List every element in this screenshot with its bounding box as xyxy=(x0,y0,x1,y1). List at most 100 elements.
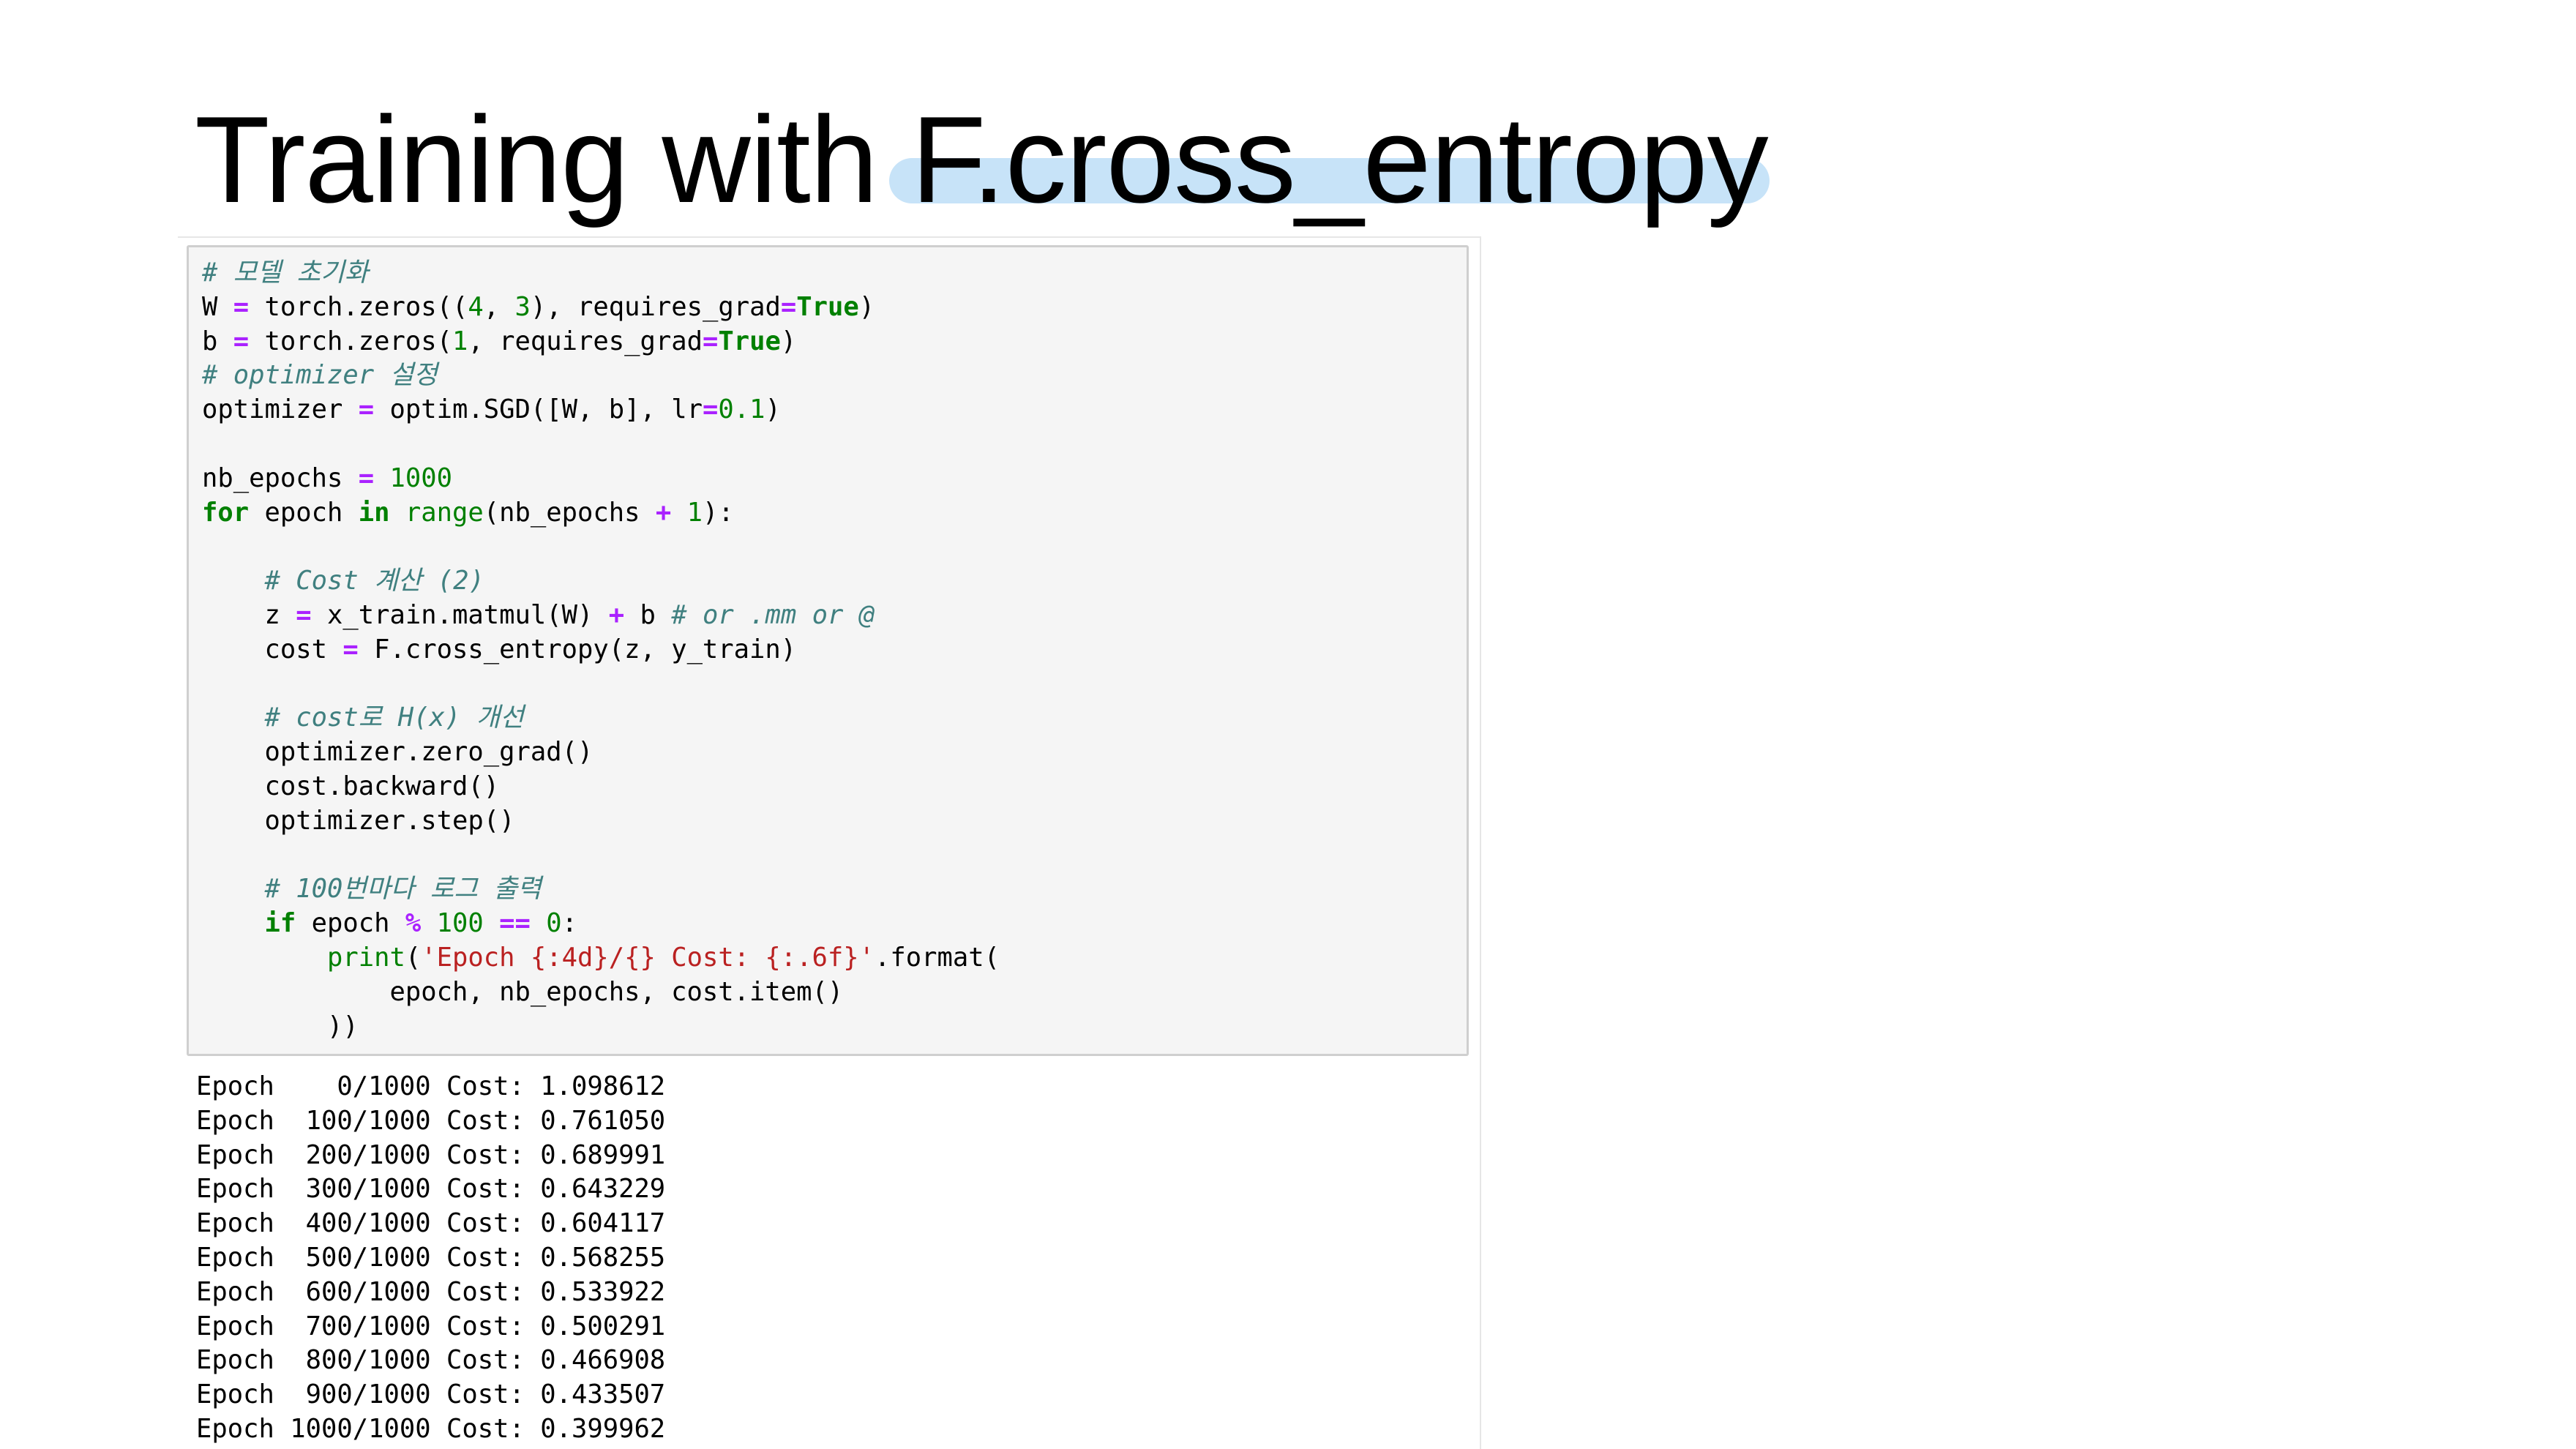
title-highlight: F.cross_entropy xyxy=(888,86,1770,233)
code-line: if epoch % 100 == 0: xyxy=(202,907,1000,941)
code-token: for xyxy=(202,497,250,528)
code-token: optimizer.step() xyxy=(202,805,515,836)
code-token: = xyxy=(233,291,250,322)
code-token: # Cost 계산 (2) xyxy=(264,566,484,596)
code-token: range xyxy=(405,497,484,528)
code-token: True xyxy=(718,326,781,356)
code-line: # optimizer 설정 xyxy=(202,359,1000,393)
code-line: optimizer = optim.SGD([W, b], lr=0.1) xyxy=(202,393,1000,427)
code-token: epoch, nb_epochs, cost.item() xyxy=(202,976,844,1007)
code-token: optimizer xyxy=(202,394,359,425)
code-token: = xyxy=(342,634,359,664)
code-token: )) xyxy=(202,1011,359,1041)
code-token: # optimizer 설정 xyxy=(202,360,438,391)
code-token: print xyxy=(326,942,405,973)
code-token: = xyxy=(702,326,719,356)
code-token: + xyxy=(608,599,625,630)
code-token: optim.SGD([W, b], lr xyxy=(374,394,703,425)
code-cell[interactable]: # 모델 초기화 W = torch.zeros((4, 3), requires… xyxy=(187,245,1469,1056)
code-token: epoch xyxy=(249,497,359,528)
output-line: Epoch 100/1000 Cost: 0.761050 xyxy=(196,1105,666,1136)
code-token: ) xyxy=(765,394,781,425)
code-line: cost = F.cross_entropy(z, y_train) xyxy=(202,633,1000,667)
code-token: 1000 xyxy=(389,463,452,493)
code-line: nb_epochs = 1000 xyxy=(202,462,1000,496)
code-line: # 모델 초기화 xyxy=(202,256,1000,291)
code-line: # 100번마다 로그 출력 xyxy=(202,872,1000,907)
code-line: epoch, nb_epochs, cost.item() xyxy=(202,976,1000,1010)
code-token: optimizer.zero_grad() xyxy=(202,737,594,768)
code-token: torch.zeros( xyxy=(249,326,452,356)
code-token: epoch xyxy=(296,908,405,939)
code-token: = xyxy=(358,463,375,493)
code-line: z = x_train.matmul(W) + b # or .mm or @ xyxy=(202,599,1000,633)
code-line: for epoch in range(nb_epochs + 1): xyxy=(202,496,1000,531)
code-token: = xyxy=(358,394,375,425)
code-token: if xyxy=(264,908,296,939)
code-token: ) xyxy=(780,326,797,356)
code-token: : xyxy=(561,908,577,939)
code-token: 1 xyxy=(686,497,703,528)
output-line: Epoch 200/1000 Cost: 0.689991 xyxy=(196,1139,666,1170)
code-token: = xyxy=(233,326,250,356)
output-line: Epoch 800/1000 Cost: 0.466908 xyxy=(196,1345,666,1376)
code-line: # Cost 계산 (2) xyxy=(202,564,1000,599)
slide-title: Training with F.cross_entropy xyxy=(195,86,1770,233)
code-line: b = torch.zeros(1, requires_grad=True) xyxy=(202,325,1000,359)
code-token: z xyxy=(202,599,296,630)
code-line: # cost로 H(x) 개선 xyxy=(202,701,1000,735)
code-token: , requires_grad xyxy=(468,326,703,356)
code-token: # cost로 H(x) 개선 xyxy=(264,703,524,733)
output-line: Epoch 300/1000 Cost: 0.643229 xyxy=(196,1174,666,1205)
code-line: )) xyxy=(202,1010,1000,1044)
code-token: 100 xyxy=(436,908,484,939)
code-token: (nb_epochs xyxy=(483,497,656,528)
code-line: W = torch.zeros((4, 3), requires_grad=Tr… xyxy=(202,291,1000,325)
code-token: ) xyxy=(858,291,875,322)
slide: Training with F.cross_entropy # 모델 초기화 W … xyxy=(0,0,2576,1449)
code-token: in xyxy=(358,497,390,528)
code-token: True xyxy=(796,291,859,322)
code-line: cost.backward() xyxy=(202,770,1000,804)
title-prefix: Training with xyxy=(195,91,911,228)
code-token: 3 xyxy=(514,291,531,322)
code-token: torch.zeros(( xyxy=(249,291,468,322)
code-token: ): xyxy=(702,497,734,528)
code-token: nb_epochs xyxy=(202,463,359,493)
output-line: Epoch 1000/1000 Cost: 0.399962 xyxy=(196,1413,666,1444)
code-token: 0.1 xyxy=(718,394,765,425)
output-line: Epoch 700/1000 Cost: 0.500291 xyxy=(196,1311,666,1341)
code-token: # 모델 초기화 xyxy=(202,258,369,288)
code-token: 1 xyxy=(452,326,468,356)
output-line: Epoch 900/1000 Cost: 0.433507 xyxy=(196,1379,666,1410)
output-line: Epoch 600/1000 Cost: 0.533922 xyxy=(196,1276,666,1307)
code-token: , xyxy=(483,291,515,322)
code-token: ( xyxy=(405,942,422,973)
code-token: ), requires_grad xyxy=(530,291,781,322)
output-line: Epoch 400/1000 Cost: 0.604117 xyxy=(196,1208,666,1239)
code-token: .format( xyxy=(875,942,1000,973)
code-block[interactable]: # 모델 초기화 W = torch.zeros((4, 3), requires… xyxy=(202,256,1000,1044)
code-token: 'Epoch {:4d}/{} Cost: {:.6f}' xyxy=(421,942,875,973)
code-token: 4 xyxy=(468,291,484,322)
code-token: = xyxy=(702,394,719,425)
code-token: F.cross_entropy(z, y_train) xyxy=(358,634,797,664)
code-token: = xyxy=(780,291,797,322)
code-line: print('Epoch {:4d}/{} Cost: {:.6f}'.form… xyxy=(202,941,1000,976)
code-token: cost xyxy=(202,634,343,664)
code-token: b xyxy=(202,326,233,356)
